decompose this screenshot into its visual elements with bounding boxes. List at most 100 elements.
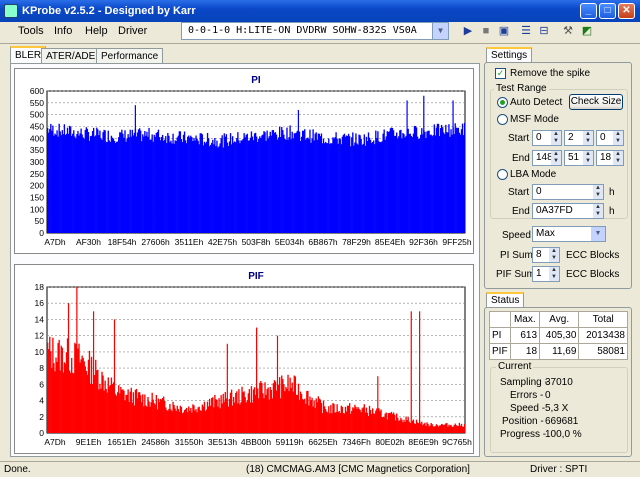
pi-x-tick-label: 92F36h (409, 237, 438, 247)
disc-info: (18) CMCMAG.AM3 [CMC Magnetics Corporati… (246, 464, 470, 475)
pif-x-tick-label: 59119h (276, 437, 304, 447)
pif-spike (276, 335, 279, 433)
pif-y-tick-label: 10 (35, 347, 45, 357)
pi-x-tick-label: 27606h (141, 237, 170, 247)
msf-start-frame[interactable]: 0 ▲ ▼ (596, 130, 624, 146)
status-header-max: Max. (509, 311, 541, 328)
save-icon[interactable]: ▣ (495, 23, 513, 39)
speed-status-label: Speed - (510, 403, 546, 414)
maximize-button[interactable]: □ (599, 3, 616, 19)
pi-y-tick-label: 500 (30, 110, 44, 120)
lba-end-label: End (512, 206, 530, 217)
pi-x-tick-label: 42E75h (208, 237, 238, 247)
pi-y-tick-label: 150 (30, 193, 44, 203)
sampling-value: 37010 (545, 377, 573, 388)
tab-settings[interactable]: Settings (486, 47, 533, 63)
menu-help[interactable]: Help (85, 25, 108, 37)
settings-icon[interactable]: ⊟ (535, 23, 553, 39)
menu-info[interactable]: Info (54, 25, 72, 37)
lba-mode-radio[interactable] (497, 169, 508, 180)
pi-chart-svg: PI050100150200250300350400450500550600A7… (30, 75, 472, 247)
play-icon[interactable]: ▶ (459, 23, 477, 39)
test-range-label: Test Range (494, 83, 549, 94)
pi-x-tick-label: 5E034h (275, 237, 305, 247)
pi-y-tick-label: 100 (30, 204, 44, 214)
minimize-button[interactable]: _ (580, 3, 597, 19)
msf-end-min[interactable]: 148 ▲ ▼ (532, 150, 562, 166)
speed-label: Speed (502, 230, 531, 241)
pif-bar (463, 423, 466, 433)
pif-spike (67, 303, 70, 433)
errors-label: Errors - (510, 390, 544, 401)
pif-spike (226, 343, 228, 433)
auto-detect-radio[interactable] (497, 97, 508, 108)
chevron-down-icon[interactable]: ▼ (432, 23, 448, 39)
msf-mode-radio[interactable] (497, 114, 508, 125)
lba-mode-label: LBA Mode (510, 169, 557, 180)
tab-status[interactable]: Status (486, 292, 525, 308)
pif-y-tick-label: 4 (39, 396, 44, 406)
pif-sum-input[interactable]: 1 ▲ ▼ (532, 266, 560, 282)
window-title: KProbe v2.5.2 - Designed by Karr (22, 5, 196, 17)
msf-end-sec[interactable]: 51 ▲ ▼ (564, 150, 594, 166)
status-bar: Done. (18) CMCMAG.AM3 [CMC Magnetics Cor… (0, 461, 640, 477)
menu-driver[interactable]: Driver (118, 25, 147, 37)
lba-start-input[interactable]: 0 ▲ ▼ (532, 184, 604, 200)
lba-end-unit: h (609, 206, 615, 217)
speed-status-value: 5,3 X (545, 403, 569, 414)
pi-spike (423, 95, 425, 233)
errors-value: 0 (545, 390, 551, 401)
pif-y-tick-label: 6 (39, 379, 44, 389)
pi-sum-label: PI Sum (500, 250, 533, 261)
table-row: PI 613 405,30 2013438 (489, 327, 628, 344)
pif-sum-label: PIF Sum (496, 269, 535, 280)
remove-spike-label: Remove the spike (510, 68, 591, 79)
close-button[interactable]: ✕ (618, 3, 635, 19)
tab-performance[interactable]: Performance (96, 48, 164, 64)
pif-y-tick-label: 2 (39, 412, 44, 422)
pi-x-tick-label: 6B867h (308, 237, 338, 247)
pif-x-tick-label: 24586h (141, 437, 170, 447)
lba-start-label: Start (508, 187, 530, 198)
layout-icon[interactable]: ☰ (517, 23, 535, 39)
image-icon[interactable]: ◩ (578, 23, 596, 39)
position-value: 669681 (545, 416, 579, 427)
pi-ecc-blocks-label: ECC Blocks (566, 250, 620, 261)
pif-y-tick-label: 14 (35, 314, 45, 324)
pi-y-tick-label: 300 (30, 157, 44, 167)
pif-x-tick-label: 8E6E9h (408, 437, 439, 447)
msf-start-min[interactable]: 0 ▲ ▼ (532, 130, 562, 146)
pif-x-tick-label: 80E02h (375, 437, 405, 447)
check-size-button[interactable]: Check Size (569, 94, 623, 110)
pif-x-tick-label: 3E513h (208, 437, 238, 447)
pi-sum-input[interactable]: 8 ▲ ▼ (532, 247, 560, 263)
chevron-down-icon[interactable]: ▼ (591, 227, 605, 241)
msf-end-frame[interactable]: 18 ▲ ▼ (596, 150, 624, 166)
menu-tools[interactable]: Tools (18, 25, 44, 37)
msf-start-sec[interactable]: 2 ▲ ▼ (564, 130, 594, 146)
pif-spike (92, 311, 95, 433)
drive-select[interactable]: 0-0-1-0 H:LITE-ON DVDRW SOHW-832S VS0A ▼ (181, 22, 449, 40)
pi-x-tick-label: 3511Eh (175, 237, 204, 247)
status-header-avg: Avg. (539, 311, 580, 328)
remove-spike-checkbox[interactable]: ✓ (495, 68, 506, 79)
wrench-icon[interactable]: ⚒ (559, 23, 577, 39)
pi-chart-title: PI (251, 75, 261, 86)
pi-y-tick-label: 350 (30, 145, 44, 155)
pif-spike (377, 376, 379, 433)
auto-detect-label: Auto Detect (510, 97, 563, 108)
speed-select[interactable]: Max ▼ (532, 226, 606, 242)
progress-label: Progress - (500, 429, 547, 440)
pi-y-tick-label: 200 (30, 181, 44, 191)
pi-bar (463, 122, 466, 233)
pif-spike (419, 311, 421, 433)
pi-chart: PI 0 50 100 150 200 250 300 350 400 450 500 550 600 A7… (14, 68, 474, 254)
pi-spike (297, 109, 299, 233)
msf-mode-label: MSF Mode (510, 114, 559, 125)
stop-icon[interactable]: ■ (477, 23, 495, 39)
lba-end-input[interactable]: 0A37FD ▲ ▼ (532, 203, 604, 219)
pi-x-tick-label: 9FF25h (442, 237, 472, 247)
lba-start-unit: h (609, 187, 615, 198)
pi-x-tick-label: A7Dh (44, 237, 66, 247)
toolbar-divider (0, 43, 640, 44)
